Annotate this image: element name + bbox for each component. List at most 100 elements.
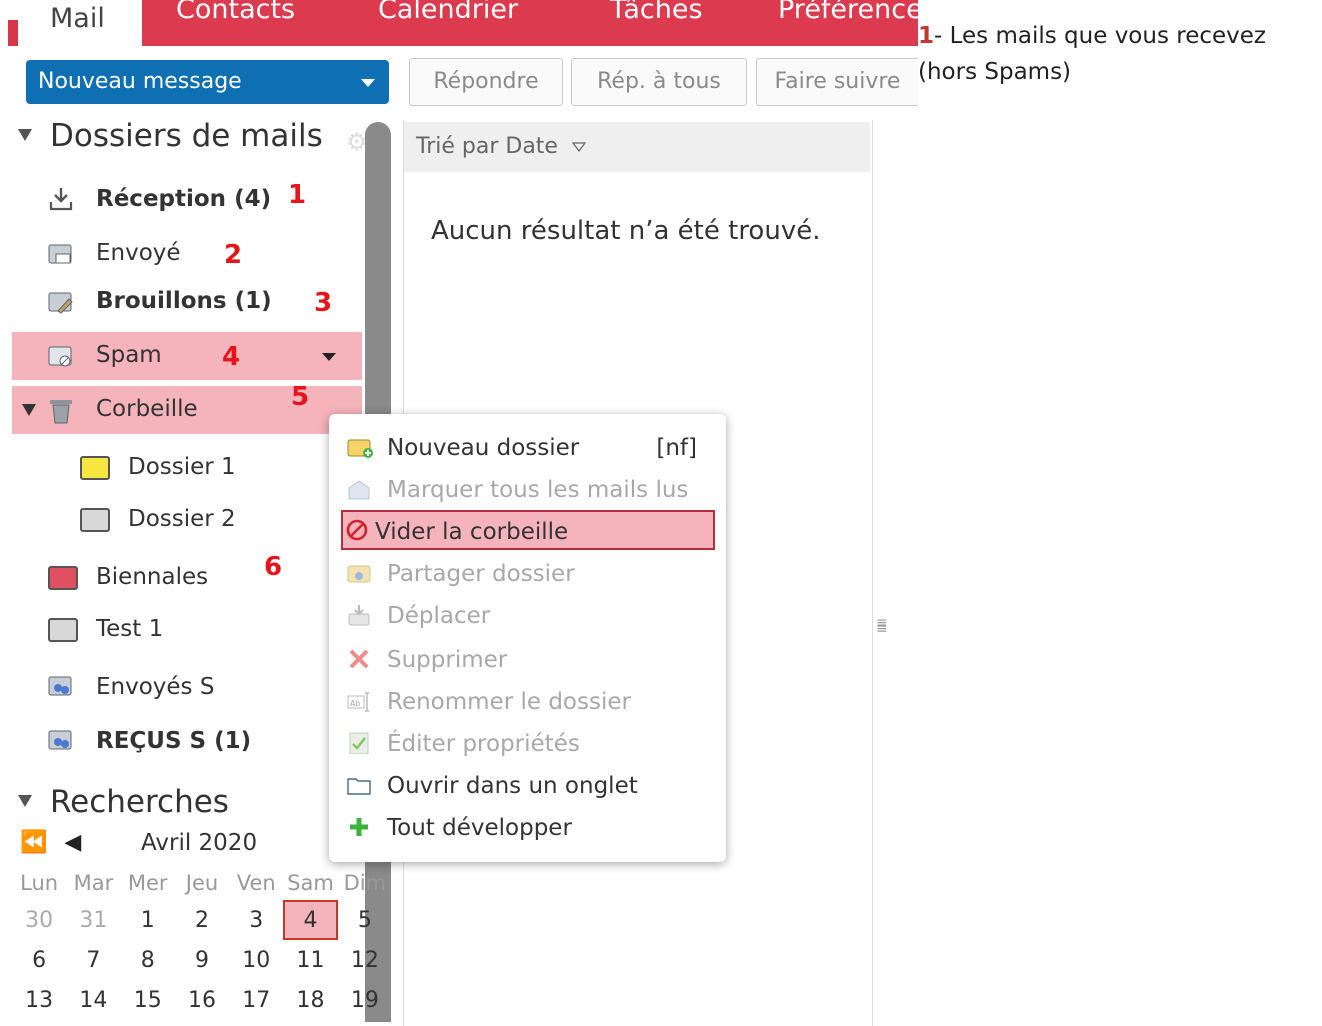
new-message-button[interactable]: Nouveau message [26,60,389,104]
menu-item-edit-properties[interactable]: Éditer propriétés [345,724,713,764]
folder-envoyes-s[interactable]: Envoyés S [12,664,362,712]
gray-folder-icon [80,508,110,532]
marker-5: 5 [291,382,310,412]
calendar-day[interactable]: 30 [12,900,66,940]
folder-recus-s[interactable]: REÇUS S (1) [12,718,362,766]
calendar-grid: Lun Mar Mer Jeu Ven Sam Dim 30 31 1 2 3 … [12,866,392,1020]
calendar-day[interactable]: 6 [12,940,66,980]
spam-folder-icon [48,346,72,367]
folder-reception[interactable]: Réception (4) 1 [12,176,362,224]
forward-button[interactable]: Faire suivre [756,58,918,106]
tab-taches[interactable]: Tâches [610,0,703,25]
menu-item-move[interactable]: Déplacer [345,596,713,636]
marker-3: 3 [314,288,333,318]
calendar-nav: ⏪ ◀ [20,830,81,855]
menu-item-mark-all-read[interactable]: Marquer tous les mails lus [345,470,713,510]
new-folder-icon [347,439,373,458]
tab-bar: Contacts Calendrier Tâches Préférences [142,0,918,46]
calendar-day[interactable]: 2 [175,900,229,940]
marker-1: 1 [288,180,307,210]
annotation-line2: (hors Spams) [918,59,1072,85]
calendar-day[interactable]: 19 [338,980,392,1020]
menu-item-new-folder[interactable]: Nouveau dossier [nf] [345,428,713,468]
share-folder-icon [347,565,371,583]
mark-read-icon [348,480,370,500]
svg-text:Ab: Ab [350,699,361,708]
folder-dossier-2[interactable]: Dossier 2 [12,496,362,544]
gray-folder-icon [48,618,78,642]
calendar-day[interactable]: 18 [283,980,337,1020]
drafts-folder-icon [48,292,73,314]
sort-triangle-icon [571,142,587,152]
folder-dossier-1[interactable]: Dossier 1 [12,444,362,492]
marker-4: 4 [222,342,241,372]
empty-result-text: Aucun résultat n’a été trouvé. [431,216,821,246]
calendar-day[interactable]: 14 [66,980,120,1020]
tab-calendrier[interactable]: Calendrier [378,0,518,25]
weekday-label: Lun [20,871,59,895]
collapse-triangle-icon[interactable] [22,404,36,416]
rename-icon: Ab [347,692,369,712]
chevron-down-icon[interactable] [361,79,375,87]
calendar-day[interactable]: 16 [175,980,229,1020]
calendar-day[interactable]: 8 [121,940,175,980]
open-tab-icon [347,778,371,795]
menu-item-delete[interactable]: Supprimer [345,640,713,680]
calendar-day[interactable]: 13 [12,980,66,1020]
prev-year-icon[interactable]: ⏪ [20,830,47,855]
resize-grip-icon[interactable]: ≡ ≡ [876,616,888,636]
tab-preferences[interactable]: Préférences [778,0,918,25]
inbox-download-icon [49,188,73,211]
menu-item-empty-trash[interactable]: Vider la corbeille [341,510,715,550]
folder-corbeille[interactable]: Corbeille 5 [12,382,362,434]
sidebar-title[interactable]: Dossiers de mails [18,118,323,154]
searches-title[interactable]: Recherches [18,784,229,820]
prev-month-icon[interactable]: ◀ [64,830,81,855]
menu-item-expand-all[interactable]: Tout développer [345,808,713,848]
menu-item-open-in-tab[interactable]: Ouvrir dans un onglet [345,766,713,806]
folder-spam[interactable]: Spam 4 [12,332,362,380]
annotation-text: 1- Les mails que vous recevez (hors Spam… [918,18,1266,90]
calendar-day[interactable]: 15 [121,980,175,1020]
calendar-day[interactable]: 1 [121,900,175,940]
calendar-day[interactable]: 9 [175,940,229,980]
collapse-triangle-icon[interactable] [18,128,32,141]
empty-trash-icon [346,519,368,541]
sort-label[interactable]: Trié par Date [416,134,587,159]
calendar-day[interactable]: 5 [338,900,392,940]
calendar-day-today[interactable]: 4 [283,900,338,940]
weekday-label: Mer [127,871,168,895]
tab-mail[interactable]: Mail [50,0,105,30]
calendar-day[interactable]: 10 [229,940,283,980]
chevron-down-icon[interactable] [322,353,336,361]
weekday-label: Jeu [185,871,219,895]
active-tab-marker [8,20,18,46]
menu-item-rename-folder[interactable]: Ab Renommer le dossier [345,682,713,722]
reply-button[interactable]: Répondre [409,58,563,106]
yellow-folder-icon [80,456,110,480]
expand-all-icon [350,818,368,836]
properties-icon [349,732,369,754]
shared-folder-icon [48,730,72,750]
annotation-number: 1 [918,23,935,49]
sent-folder-icon [48,244,72,264]
menu-item-share-folder[interactable]: Partager dossier [345,554,713,594]
shortcut-label: [nf] [656,435,697,461]
shared-folder-icon [48,676,72,696]
calendar-day[interactable]: 31 [66,900,120,940]
folder-biennales[interactable]: Biennales 6 [12,552,362,602]
reply-all-button[interactable]: Rép. à tous [571,58,747,106]
calendar-day[interactable]: 17 [229,980,283,1020]
calendar-day[interactable]: 12 [338,940,392,980]
new-message-label: Nouveau message [38,69,242,94]
folder-test-1[interactable]: Test 1 [12,606,362,654]
folder-envoye[interactable]: Envoyé 2 [12,230,362,278]
calendar-day[interactable]: 7 [66,940,120,980]
collapse-triangle-icon[interactable] [18,794,32,807]
marker-2: 2 [224,240,243,270]
trash-icon [50,400,72,424]
calendar-day[interactable]: 11 [283,940,337,980]
calendar-day[interactable]: 3 [229,900,283,940]
folder-brouillons[interactable]: Brouillons (1) 3 [12,278,362,326]
tab-contacts[interactable]: Contacts [176,0,295,25]
